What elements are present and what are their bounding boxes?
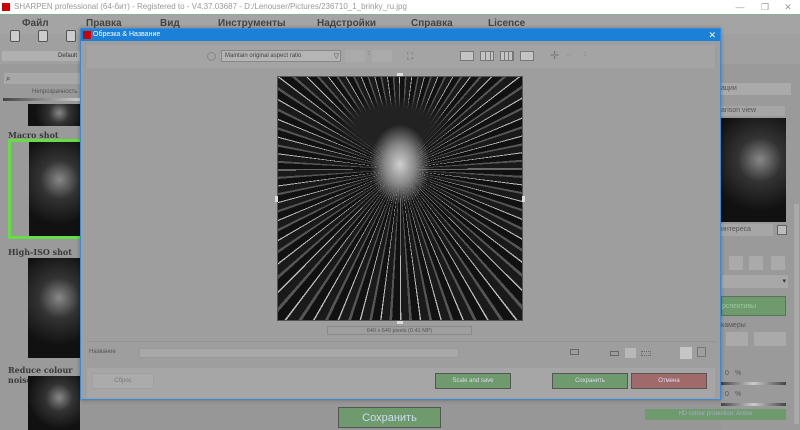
search-field[interactable]: ации bbox=[721, 83, 791, 95]
crop-handle-right[interactable] bbox=[522, 196, 525, 202]
image-size-label: 640 x 640 pixels (0.41 MP) bbox=[327, 326, 472, 335]
pro-camera-icon[interactable] bbox=[726, 332, 748, 346]
slider-2[interactable] bbox=[721, 403, 786, 406]
new-icon[interactable] bbox=[10, 30, 20, 42]
camera-label: камеры bbox=[721, 322, 746, 329]
name-label: Название bbox=[89, 349, 116, 355]
app-title-bar: SHARPEN professional (64-бит) - Register… bbox=[0, 0, 800, 14]
dialog-title: Обрезка & Название bbox=[93, 31, 161, 38]
dialog-icon bbox=[83, 31, 91, 39]
perspective-button[interactable]: рспективы bbox=[721, 296, 786, 316]
hd-colour-protection-button[interactable]: HD colour protection: Active bbox=[645, 409, 786, 420]
text-small-icon[interactable] bbox=[610, 351, 619, 356]
presets-panel: ⌕ Непрозрачность Macro shot High-ISO sho… bbox=[0, 64, 80, 430]
dialog-title-bar: Обрезка & Название ✕ bbox=[81, 29, 720, 41]
percent-value-1[interactable]: 0 bbox=[725, 370, 729, 377]
search-icon[interactable]: ⌕ bbox=[4, 73, 80, 84]
menu-file[interactable]: Файл bbox=[22, 18, 49, 29]
aspect-ratio-value: Maintain original aspect ratio bbox=[225, 53, 302, 59]
flip-vertical-icon[interactable]: ↕ bbox=[583, 49, 587, 58]
name-input[interactable] bbox=[139, 348, 459, 358]
rotate-icon[interactable] bbox=[207, 52, 216, 61]
save-button[interactable]: Сохранить bbox=[552, 373, 628, 389]
crop-image-preview[interactable] bbox=[277, 76, 523, 321]
opacity-slider[interactable] bbox=[3, 98, 80, 101]
slider-1[interactable] bbox=[721, 382, 786, 385]
main-save-button[interactable]: Сохранить bbox=[338, 407, 441, 428]
history-icon[interactable] bbox=[38, 30, 48, 42]
dialog-close-button[interactable]: ✕ bbox=[708, 29, 716, 41]
copy-icon[interactable] bbox=[66, 30, 76, 42]
close-button[interactable]: ✕ bbox=[778, 0, 798, 14]
preset-high-iso-shot[interactable] bbox=[8, 258, 80, 358]
grid-thirds-icon[interactable] bbox=[480, 51, 494, 61]
preset-thumbnail[interactable] bbox=[28, 104, 80, 126]
flip-horizontal-icon[interactable]: ↔ bbox=[565, 51, 572, 58]
preset-macro-shot[interactable] bbox=[8, 139, 80, 239]
crop-handle-left[interactable] bbox=[275, 196, 278, 202]
divider bbox=[87, 341, 715, 342]
app-title: SHARPEN professional (64-бит) - Register… bbox=[14, 2, 407, 11]
settings-panel: ации arison view интереса ▾ рспективы ка… bbox=[645, 64, 800, 430]
ratio-separator: : bbox=[368, 51, 370, 57]
text-medium-icon[interactable] bbox=[625, 348, 636, 358]
opacity-label: Непрозрачность bbox=[32, 89, 78, 95]
maximize-button[interactable]: ❐ bbox=[755, 0, 775, 14]
percent-sign: % bbox=[735, 391, 742, 398]
crop-dialog: Обрезка & Название ✕ Maintain original a… bbox=[80, 28, 721, 400]
preset-label: High-ISO shot bbox=[8, 247, 72, 257]
crop-toolbar: Maintain original aspect ratio ▽ : ⛶ ✛ ↔ … bbox=[87, 45, 715, 68]
crop-handle-bottom[interactable] bbox=[397, 321, 403, 324]
dialog-button-bar: Сброс Scale and save Сохранить Отмена bbox=[87, 368, 715, 398]
text-position-icon[interactable] bbox=[570, 349, 579, 355]
preset-default-button[interactable]: Default bbox=[2, 51, 80, 61]
cancel-button[interactable]: Отмена bbox=[631, 373, 707, 389]
text-bottom-icon[interactable] bbox=[680, 347, 692, 359]
comparison-view-button[interactable]: arison view bbox=[721, 106, 785, 116]
mode-select[interactable]: ▾ bbox=[721, 274, 789, 289]
comparison-preview bbox=[721, 118, 786, 222]
window-icon[interactable] bbox=[771, 256, 785, 270]
portrait-icon[interactable] bbox=[729, 256, 743, 270]
percent-sign: % bbox=[735, 370, 742, 377]
no-grid-icon[interactable] bbox=[460, 51, 474, 61]
infinity-icon[interactable] bbox=[754, 332, 786, 346]
landscape-icon[interactable] bbox=[749, 256, 763, 270]
scrollbar[interactable] bbox=[794, 204, 799, 424]
roi-icon[interactable] bbox=[777, 225, 787, 235]
scale-and-save-button[interactable]: Scale and save bbox=[435, 373, 511, 389]
minimize-button[interactable]: — bbox=[730, 0, 750, 14]
percent-value-2[interactable]: 0 bbox=[725, 391, 729, 398]
region-of-interest-field[interactable]: интереса bbox=[721, 224, 773, 236]
text-top-icon[interactable] bbox=[697, 347, 706, 357]
preset-reduce-colour-noise[interactable] bbox=[8, 376, 80, 430]
center-icon[interactable]: ✛ bbox=[550, 49, 559, 62]
text-large-icon[interactable] bbox=[641, 351, 651, 356]
crop-handle-top[interactable] bbox=[397, 73, 403, 76]
aspect-ratio-select[interactable]: Maintain original aspect ratio ▽ bbox=[221, 50, 341, 62]
reset-button[interactable]: Сброс bbox=[92, 373, 154, 389]
grid-fine-icon[interactable] bbox=[500, 51, 514, 61]
ratio-width-input[interactable] bbox=[345, 50, 365, 62]
ratio-height-input[interactable] bbox=[372, 50, 392, 62]
app-logo-icon bbox=[2, 3, 10, 11]
golden-spiral-icon[interactable] bbox=[520, 51, 534, 61]
fit-icon[interactable]: ⛶ bbox=[407, 51, 417, 61]
